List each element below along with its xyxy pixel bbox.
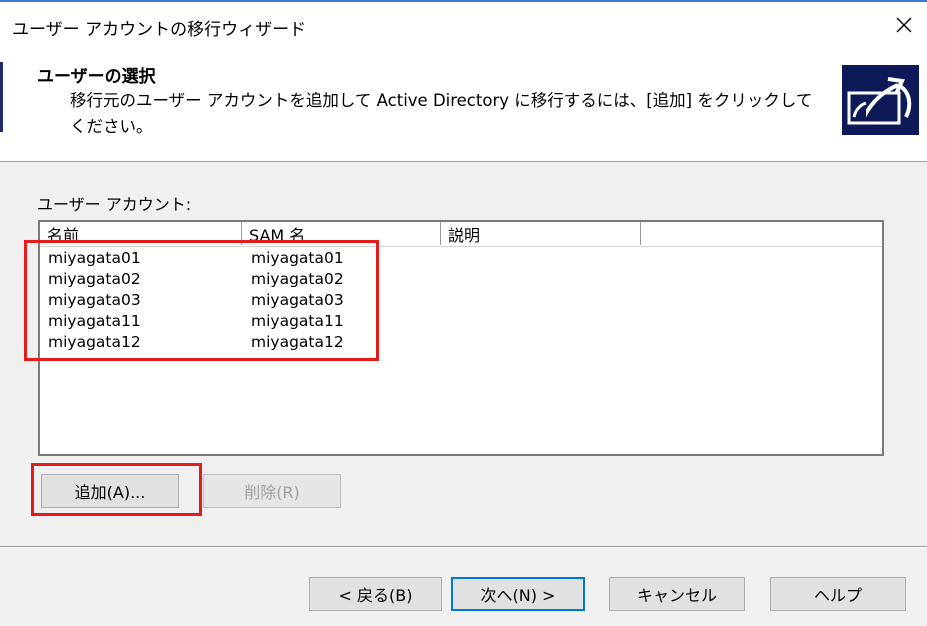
page-description: 移行元のユーザー アカウントを追加して Active Directory に移行… [70,91,813,136]
cell-sam-name: miyagata11 [251,312,344,330]
footer-divider [0,546,927,548]
cell-name: miyagata02 [48,270,141,288]
cell-sam-name: miyagata02 [251,270,344,288]
table-row[interactable]: miyagata11 miyagata11 [40,311,882,332]
cell-name: miyagata11 [48,312,141,330]
close-button[interactable] [881,2,927,48]
cell-name: miyagata01 [48,249,141,267]
cell-name: miyagata12 [48,333,141,351]
migration-wizard-logo-icon [842,65,919,135]
listview-header: 名前 SAM 名 説明 [40,222,882,247]
window-title: ユーザー アカウントの移行ウィザード [12,20,307,40]
table-row[interactable]: miyagata12 miyagata12 [40,332,882,353]
remove-button[interactable]: 削除(R) [203,474,341,508]
page-title: ユーザーの選択 [37,67,156,87]
accounts-listview[interactable]: 名前 SAM 名 説明 miyagata01 miyagata01 miyaga… [38,220,884,456]
table-row[interactable]: miyagata03 miyagata03 [40,290,882,311]
help-button[interactable]: ヘルプ [770,577,906,611]
column-header-sam-name[interactable]: SAM 名 [242,222,441,245]
cell-sam-name: miyagata03 [251,291,344,309]
column-header-name[interactable]: 名前 [40,222,242,245]
header-accent-bar [0,62,3,132]
table-row[interactable]: miyagata01 miyagata01 [40,248,882,269]
table-row[interactable]: miyagata02 miyagata02 [40,269,882,290]
cancel-button[interactable]: キャンセル [609,577,745,611]
add-button[interactable]: 追加(A)... [41,474,179,508]
listview-rows: miyagata01 miyagata01 miyagata02 miyagat… [40,248,882,353]
wizard-header: ユーザーの選択 移行元のユーザー アカウントを追加して Active Direc… [0,48,927,162]
cell-name: miyagata03 [48,291,141,309]
back-button[interactable]: < 戻る(B) [309,577,442,611]
cell-sam-name: miyagata01 [251,249,344,267]
accounts-list-label: ユーザー アカウント: [37,195,192,214]
title-bar[interactable]: ユーザー アカウントの移行ウィザード [0,2,927,48]
close-icon [896,17,912,33]
cell-sam-name: miyagata12 [251,333,344,351]
column-header-description[interactable]: 説明 [441,222,641,245]
next-button[interactable]: 次へ(N) > [451,577,585,611]
